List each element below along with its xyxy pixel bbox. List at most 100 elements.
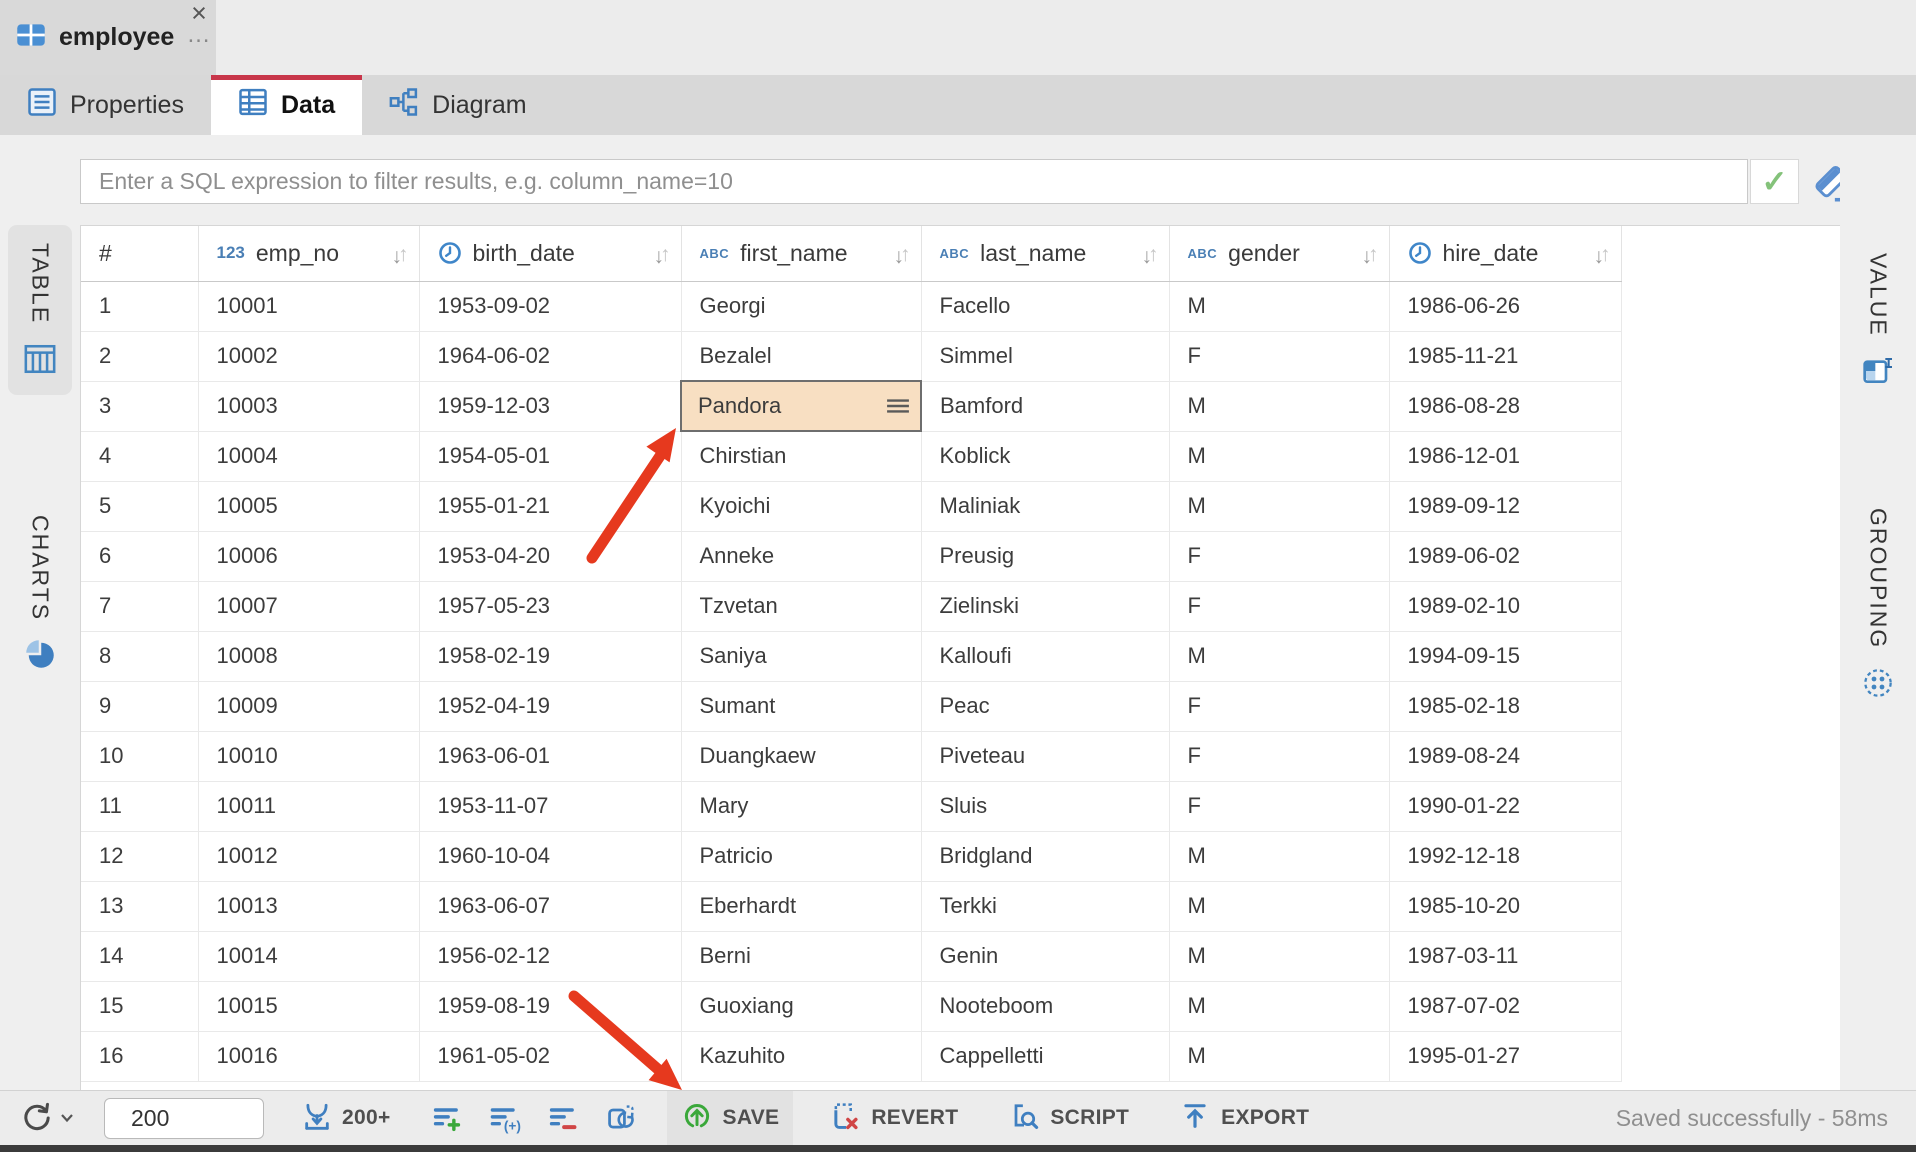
cell-first_name[interactable]: Tzvetan xyxy=(681,581,921,631)
save-button[interactable]: SAVE xyxy=(667,1091,794,1146)
cell-emp_no[interactable]: 10013 xyxy=(198,881,419,931)
more-options-icon[interactable]: … xyxy=(187,30,212,40)
cell-first_name[interactable]: Guoxiang xyxy=(681,981,921,1031)
cell-gender[interactable]: F xyxy=(1169,731,1389,781)
cell-birth_date[interactable]: 1963-06-07 xyxy=(419,881,681,931)
cell-first_name[interactable]: Patricio xyxy=(681,831,921,881)
sql-filter-input[interactable] xyxy=(80,159,1748,204)
cell-first_name[interactable]: Berni xyxy=(681,931,921,981)
row-number[interactable]: 8 xyxy=(81,631,198,681)
cell-emp_no[interactable]: 10014 xyxy=(198,931,419,981)
cell-gender[interactable]: M xyxy=(1169,631,1389,681)
row-number[interactable]: 15 xyxy=(81,981,198,1031)
sort-icon[interactable]: ↓↑ xyxy=(1362,240,1379,267)
cell-gender[interactable]: M xyxy=(1169,1031,1389,1081)
sort-icon[interactable]: ↓↑ xyxy=(894,240,911,267)
cell-emp_no[interactable]: 10009 xyxy=(198,681,419,731)
cell-first_name[interactable]: Anneke xyxy=(681,531,921,581)
cell-last_name[interactable]: Cappelletti xyxy=(921,1031,1169,1081)
rail-tab-table[interactable]: TABLE xyxy=(8,225,72,395)
cell-gender[interactable]: F xyxy=(1169,581,1389,631)
cell-first_name[interactable]: Kyoichi xyxy=(681,481,921,531)
cell-last_name[interactable]: Piveteau xyxy=(921,731,1169,781)
cell-gender[interactable]: F xyxy=(1169,531,1389,581)
cell-hire_date[interactable]: 1989-08-24 xyxy=(1389,731,1621,781)
cell-emp_no[interactable]: 10011 xyxy=(198,781,419,831)
cell-birth_date[interactable]: 1960-10-04 xyxy=(419,831,681,881)
apply-filter-button[interactable]: ✓ xyxy=(1750,159,1799,204)
cell-last_name[interactable]: Terkki xyxy=(921,881,1169,931)
cell-gender[interactable]: M xyxy=(1169,381,1389,431)
cell-emp_no[interactable]: 10010 xyxy=(198,731,419,781)
row-number[interactable]: 13 xyxy=(81,881,198,931)
column-header-gender[interactable]: ABCgender↓↑ xyxy=(1169,226,1389,281)
duplicate-row-icon[interactable]: (+) xyxy=(489,1102,521,1134)
script-button[interactable]: SCRIPT xyxy=(994,1091,1143,1146)
cell-emp_no[interactable]: 10002 xyxy=(198,331,419,381)
cell-birth_date[interactable]: 1952-04-19 xyxy=(419,681,681,731)
cell-last_name[interactable]: Zielinski xyxy=(921,581,1169,631)
cell-emp_no[interactable]: 10006 xyxy=(198,531,419,581)
cell-emp_no[interactable]: 10016 xyxy=(198,1031,419,1081)
tab-data[interactable]: Data xyxy=(211,75,362,135)
rail-tab-charts[interactable]: CHARTS xyxy=(8,497,72,688)
cell-first_name[interactable]: Duangkaew xyxy=(681,731,921,781)
tab-diagram[interactable]: Diagram xyxy=(362,75,553,135)
cell-gender[interactable]: F xyxy=(1169,781,1389,831)
cell-last_name[interactable]: Simmel xyxy=(921,331,1169,381)
sort-icon[interactable]: ↓↑ xyxy=(392,240,409,267)
cell-birth_date[interactable]: 1957-05-23 xyxy=(419,581,681,631)
cell-gender[interactable]: M xyxy=(1169,481,1389,531)
cell-last_name[interactable]: Facello xyxy=(921,281,1169,331)
cell-birth_date[interactable]: 1959-08-19 xyxy=(419,981,681,1031)
cell-gender[interactable]: M xyxy=(1169,431,1389,481)
row-number[interactable]: 12 xyxy=(81,831,198,881)
row-number[interactable]: 9 xyxy=(81,681,198,731)
cell-hire_date[interactable]: 1994-09-15 xyxy=(1389,631,1621,681)
cell-birth_date[interactable]: 1964-06-02 xyxy=(419,331,681,381)
chevron-down-icon[interactable] xyxy=(60,1113,74,1123)
fetch-next-segment-icon[interactable] xyxy=(300,1101,334,1135)
fetch-size-input[interactable] xyxy=(104,1098,264,1139)
column-header-last_name[interactable]: ABClast_name↓↑ xyxy=(921,226,1169,281)
row-number[interactable]: 4 xyxy=(81,431,198,481)
rail-tab-grouping[interactable]: GROUPING xyxy=(1846,490,1910,718)
cell-hire_date[interactable]: 1986-12-01 xyxy=(1389,431,1621,481)
cell-hire_date[interactable]: 1992-12-18 xyxy=(1389,831,1621,881)
cell-hire_date[interactable]: 1990-01-22 xyxy=(1389,781,1621,831)
cell-first_name[interactable]: Georgi xyxy=(681,281,921,331)
cell-first_name[interactable]: Chirstian xyxy=(681,431,921,481)
cell-last_name[interactable]: Peac xyxy=(921,681,1169,731)
cell-first_name[interactable]: Kazuhito xyxy=(681,1031,921,1081)
column-header-emp_no[interactable]: 123emp_no↓↑ xyxy=(198,226,419,281)
cell-hire_date[interactable]: 1985-02-18 xyxy=(1389,681,1621,731)
delete-row-icon[interactable] xyxy=(547,1102,579,1134)
cell-menu-icon[interactable] xyxy=(886,398,910,414)
cell-gender[interactable]: M xyxy=(1169,931,1389,981)
cell-last_name[interactable]: Sluis xyxy=(921,781,1169,831)
cell-last_name[interactable]: Bridgland xyxy=(921,831,1169,881)
cell-birth_date[interactable]: 1956-02-12 xyxy=(419,931,681,981)
cell-last_name[interactable]: Genin xyxy=(921,931,1169,981)
cell-emp_no[interactable]: 10007 xyxy=(198,581,419,631)
row-number[interactable]: 5 xyxy=(81,481,198,531)
cell-hire_date[interactable]: 1985-10-20 xyxy=(1389,881,1621,931)
refresh-rows-icon[interactable] xyxy=(605,1102,637,1134)
cell-hire_date[interactable]: 1987-07-02 xyxy=(1389,981,1621,1031)
cell-gender[interactable]: F xyxy=(1169,331,1389,381)
rail-tab-value[interactable]: VALUE xyxy=(1846,235,1910,406)
row-number[interactable]: 10 xyxy=(81,731,198,781)
cell-last_name[interactable]: Kalloufi xyxy=(921,631,1169,681)
cell-emp_no[interactable]: 10015 xyxy=(198,981,419,1031)
selected-cell-first_name[interactable]: Pandora xyxy=(681,381,921,431)
row-number[interactable]: 2 xyxy=(81,331,198,381)
cell-gender[interactable]: M xyxy=(1169,981,1389,1031)
row-number[interactable]: 6 xyxy=(81,531,198,581)
cell-first_name[interactable]: Bezalel xyxy=(681,331,921,381)
cell-first_name[interactable]: Saniya xyxy=(681,631,921,681)
sort-icon[interactable]: ↓↑ xyxy=(1142,240,1159,267)
cell-hire_date[interactable]: 1989-09-12 xyxy=(1389,481,1621,531)
cell-birth_date[interactable]: 1959-12-03 xyxy=(419,381,681,431)
row-number[interactable]: 3 xyxy=(81,381,198,431)
sort-icon[interactable]: ↓↑ xyxy=(654,240,671,267)
